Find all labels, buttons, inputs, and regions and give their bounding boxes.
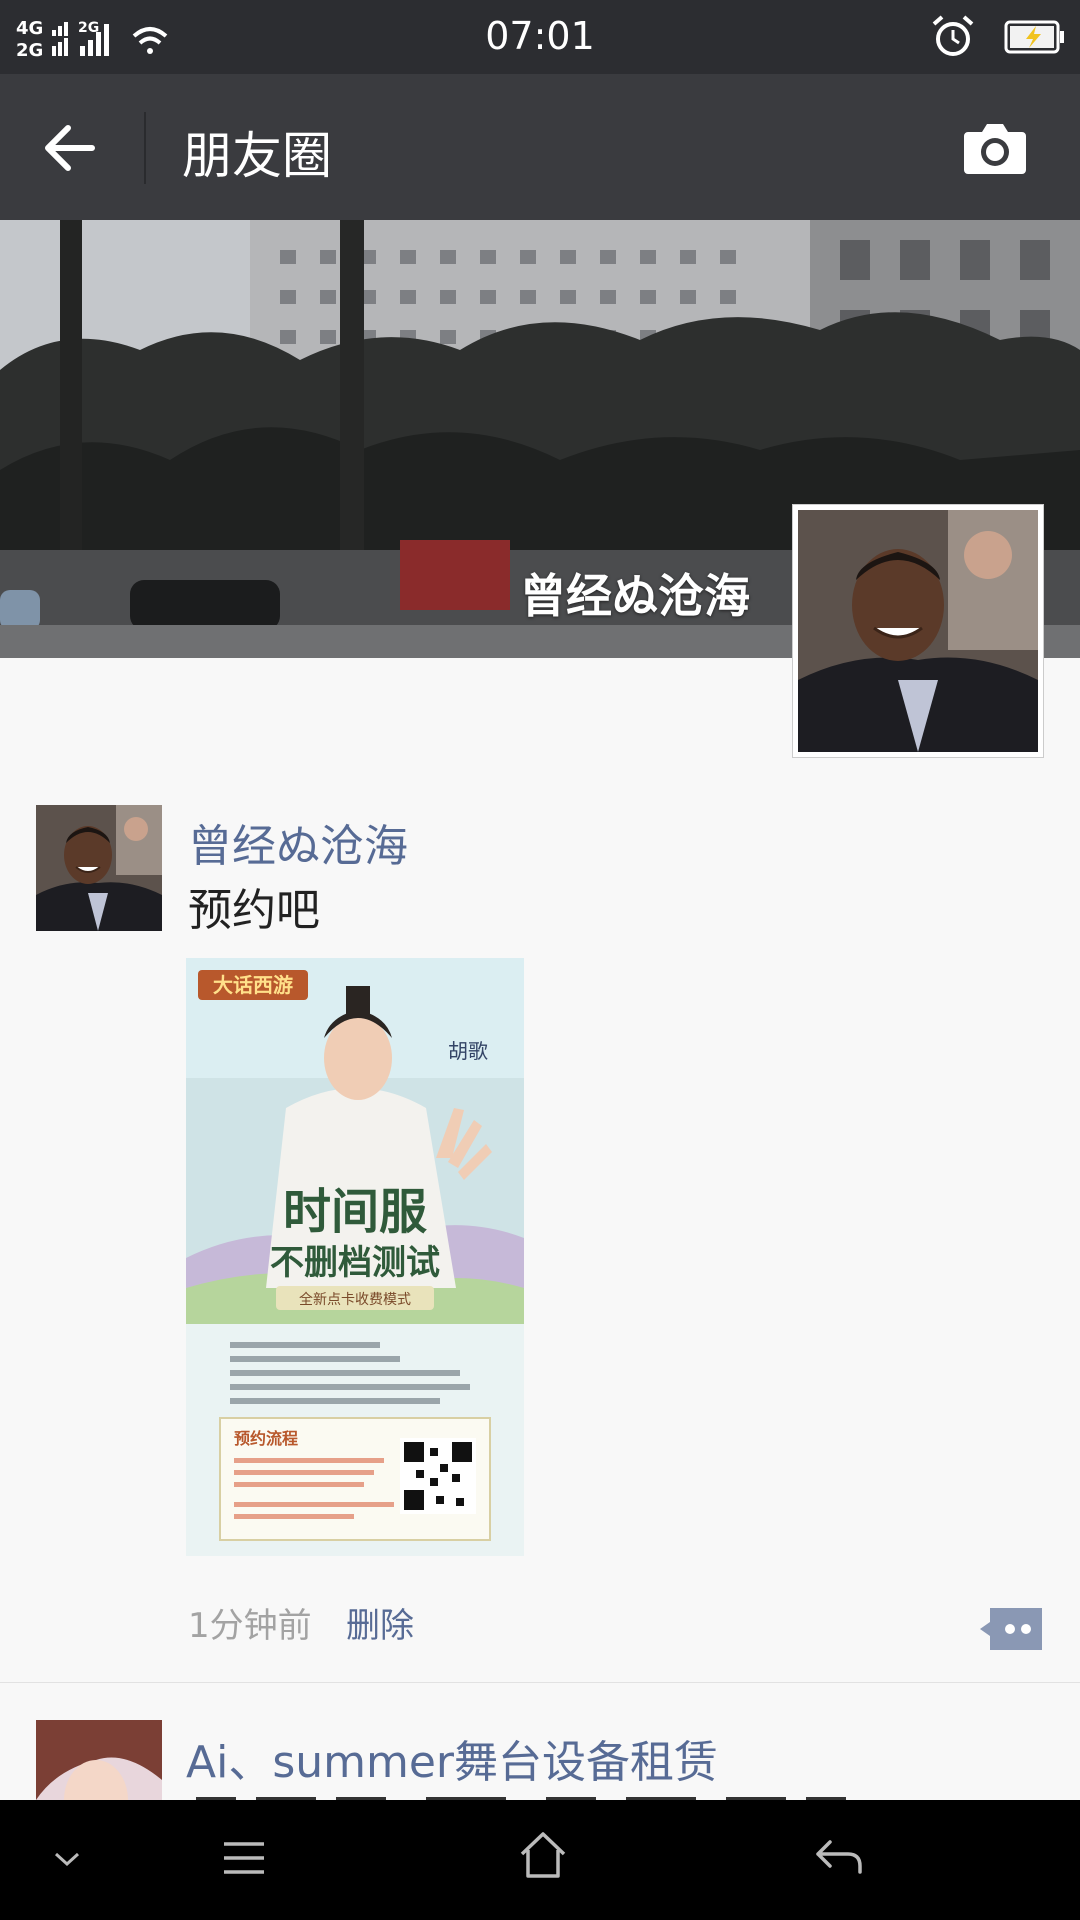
comment-menu-icon[interactable] [978,1606,1044,1652]
menu-icon[interactable] [222,1838,266,1878]
home-icon[interactable] [518,1830,568,1880]
status-bar: 4G 2G 2G 07:01 [0,0,1080,74]
title-divider [144,112,146,184]
page-title: 朋友圈 [182,127,332,185]
post-timestamp: 1分钟前 [188,1606,312,1646]
poster-spokesperson: 胡歌 [448,1039,488,1063]
status-time: 07:01 [485,14,595,58]
chevron-down-icon[interactable] [50,1848,84,1872]
poster-game-title: 大话西游 [213,973,293,997]
battery-charging-icon [1004,20,1064,54]
avatar-image [36,805,162,931]
post-image[interactable]: 大话西游 胡歌 时间服 不删档测试 全新点卡收费模式 预约流程 [186,958,524,1556]
title-bar: 朋友圈 [0,74,1080,220]
alarm-icon [932,15,974,56]
next-post-text-peek [186,1788,886,1800]
post-image-poster: 大话西游 胡歌 时间服 不删档测试 全新点卡收费模式 预约流程 [186,958,524,1556]
camera-icon[interactable] [960,118,1030,178]
poster-headline-2: 不删档测试 [270,1243,440,1283]
post-author-avatar[interactable] [36,805,162,931]
post-author-name[interactable]: 曾经ぬ沧海 [188,810,408,874]
avatar-image [798,510,1038,752]
cover-user-name: 曾经ぬ沧海 [520,569,750,623]
profile-avatar[interactable] [792,504,1044,758]
poster-headline-1: 时间服 [283,1184,427,1240]
delete-link[interactable]: 删除 [346,1598,414,1647]
back-arrow-icon[interactable] [40,120,100,176]
post-text: 预约吧 [188,885,320,936]
post-divider [0,1682,1080,1683]
system-nav-bar [0,1800,1080,1920]
next-post-author[interactable]: Ai、summer舞台设备租赁 [186,1726,718,1790]
poster-section-title: 预约流程 [234,1429,298,1448]
back-icon[interactable] [814,1838,864,1878]
poster-subhead: 全新点卡收费模式 [299,1291,411,1308]
